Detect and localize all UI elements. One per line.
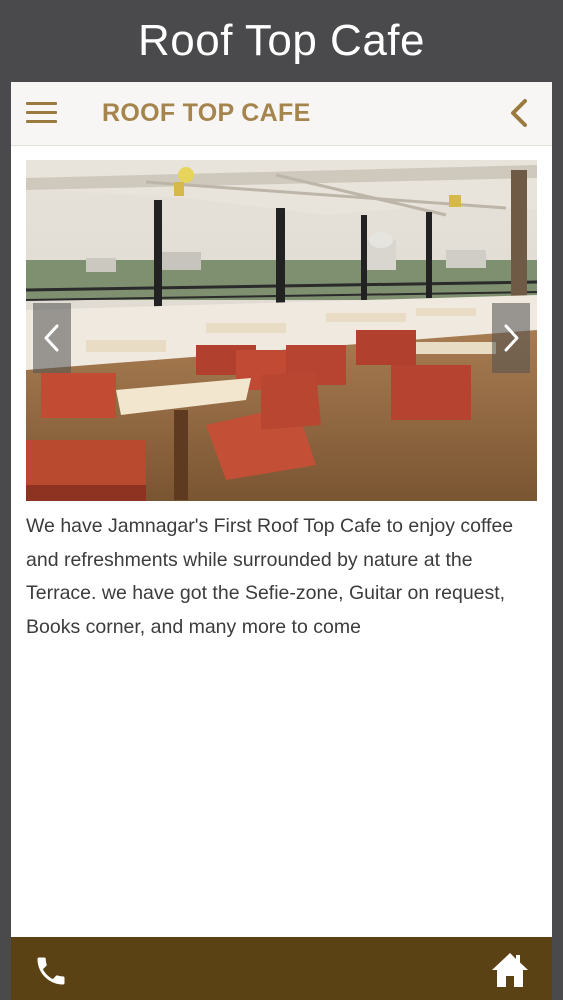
page-title: ROOF TOP CAFE [102,99,311,127]
main-card: ROOF TOP CAFE We have Jamnagar's First R… [11,82,552,937]
app-window: Roof Top Cafe ROOF TOP CAFE We have Jamn… [0,0,563,1000]
cafe-description: We have Jamnagar's First Roof Top Cafe t… [26,515,514,638]
chevron-right-icon [504,324,519,352]
footer-bar [11,937,552,1000]
carousel-next-button[interactable] [492,303,530,373]
image-carousel[interactable] [26,160,537,501]
chevron-left-icon [44,324,59,352]
hamburger-menu-icon[interactable] [26,102,57,124]
cafe-terrace-photo [26,160,537,501]
back-chevron-icon[interactable] [505,98,535,128]
app-title: Roof Top Cafe [138,16,425,65]
navbar: ROOF TOP CAFE [11,82,552,146]
phone-icon[interactable] [33,953,69,989]
home-icon[interactable] [490,951,530,989]
carousel-prev-button[interactable] [33,303,71,373]
